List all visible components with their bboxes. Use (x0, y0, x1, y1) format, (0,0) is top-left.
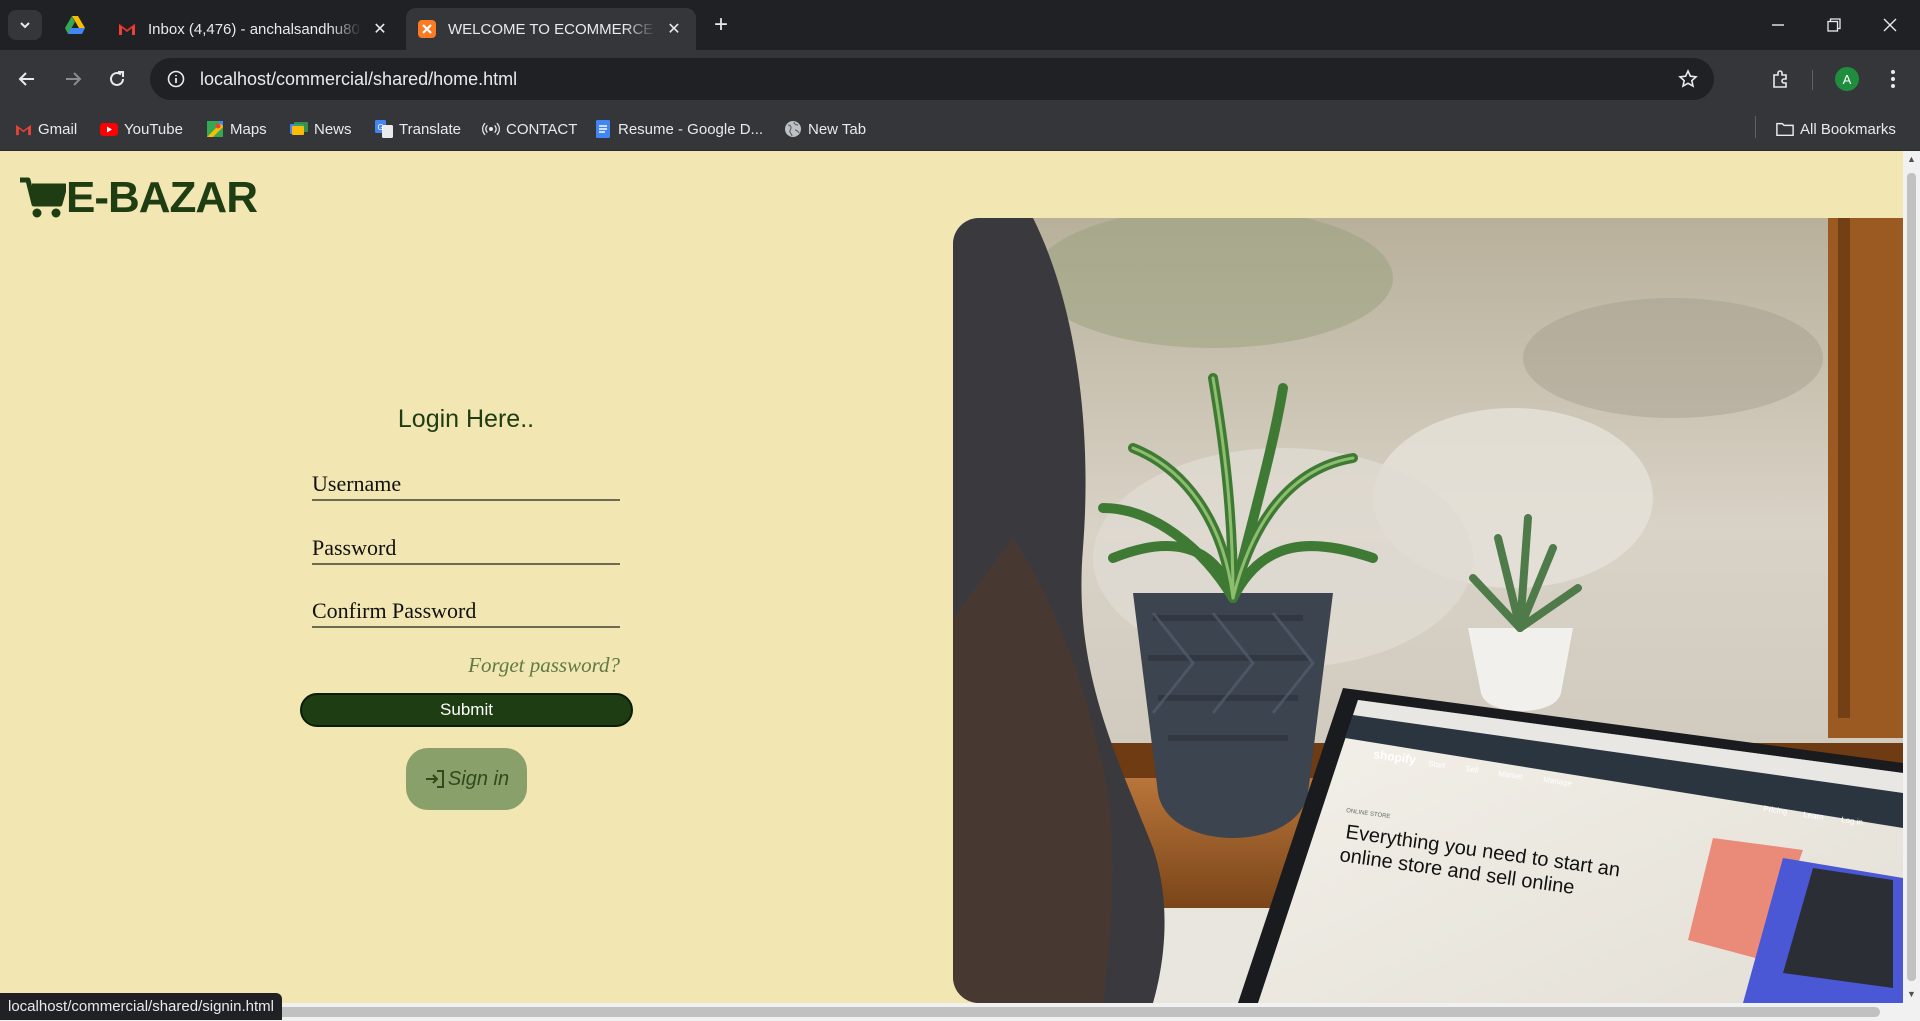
sign-in-button[interactable]: Sign in (406, 748, 527, 810)
hero-photo: shopify Start Sell Market Manage Pricing… (953, 218, 1903, 1003)
forward-button[interactable] (56, 62, 90, 96)
close-icon[interactable]: ✕ (664, 19, 684, 39)
bookmark-label: Gmail (38, 120, 78, 138)
reload-button[interactable] (100, 62, 134, 96)
bookmark-news[interactable]: News (290, 116, 352, 142)
tab-title: WELCOME TO ECOMMERCE WE (448, 20, 656, 38)
bookmark-label: Maps (230, 120, 267, 138)
avatar: A (1835, 67, 1859, 91)
gmail-icon (14, 120, 32, 138)
youtube-icon (100, 120, 118, 138)
bookmark-label: New Tab (808, 120, 867, 138)
vertical-scrollbar[interactable]: ▲ ▼ (1903, 151, 1920, 1003)
back-button[interactable] (10, 62, 44, 96)
scrollbar-thumb[interactable] (1907, 173, 1916, 981)
username-field[interactable] (312, 471, 620, 501)
puzzle-icon (1773, 70, 1787, 88)
tab-search-button[interactable] (8, 10, 42, 40)
new-tab-button[interactable]: + (708, 11, 734, 38)
bookmark-label: All Bookmarks (1800, 120, 1896, 138)
scrollbar-thumb[interactable] (20, 1007, 1880, 1017)
scroll-up-icon[interactable]: ▲ (1906, 154, 1917, 164)
folder-icon (1776, 120, 1794, 138)
tab-title: Inbox (4,476) - anchalsandhu80 (148, 20, 360, 38)
arrow-left-icon (18, 72, 34, 86)
confirm-password-field[interactable] (312, 598, 620, 628)
globe-icon (784, 120, 802, 138)
xampp-icon (418, 20, 436, 38)
scroll-down-icon[interactable]: ▼ (1906, 989, 1917, 999)
menu-button[interactable] (1876, 62, 1910, 96)
tab-strip: Inbox (4,476) - anchalsandhu80 ✕ WELCOME… (0, 0, 1920, 50)
password-field[interactable] (312, 535, 620, 565)
close-icon[interactable]: ✕ (370, 19, 390, 39)
close-icon (1883, 18, 1897, 32)
bookmark-maps[interactable]: Maps (206, 116, 267, 142)
more-vertical-icon (1891, 70, 1895, 88)
contact-icon (482, 120, 500, 138)
news-icon (290, 120, 308, 138)
bookmark-contact[interactable]: CONTACT (482, 116, 577, 142)
profile-button[interactable]: A (1830, 62, 1864, 96)
close-window-button[interactable] (1862, 0, 1918, 50)
bookmark-translate[interactable]: G Translate (375, 116, 461, 142)
restore-button[interactable] (1806, 0, 1862, 50)
site-logo[interactable]: E-BAZAR (20, 173, 258, 223)
bookmark-youtube[interactable]: YouTube (100, 116, 183, 142)
submit-button[interactable]: Submit (300, 693, 633, 727)
extensions-button[interactable] (1764, 62, 1798, 96)
address-text: localhost/commercial/shared/home.html (200, 68, 518, 89)
page-viewport: E-BAZAR Login Here.. Forget password? Su… (0, 151, 1903, 1003)
chevron-down-icon (20, 22, 30, 29)
bookmark-new-tab[interactable]: New Tab (784, 116, 866, 142)
login-title: Login Here.. (397, 405, 535, 433)
bookmark-label: Translate (399, 120, 461, 138)
minimize-button[interactable] (1750, 0, 1806, 50)
maps-icon (206, 120, 224, 138)
docs-icon (594, 120, 612, 138)
reload-icon (110, 71, 124, 86)
gmail-icon (118, 20, 136, 38)
svg-text:G: G (378, 123, 384, 132)
bookmark-star-icon[interactable] (1676, 67, 1700, 91)
hero-image: shopify Start Sell Market Manage Pricing… (953, 218, 1903, 1003)
horizontal-scrollbar[interactable] (0, 1003, 1920, 1021)
bookmark-label: News (314, 120, 352, 138)
logo-text: E-BAZAR (66, 173, 258, 222)
address-bar[interactable]: localhost/commercial/shared/home.html (150, 58, 1714, 100)
google-drive-icon (65, 16, 85, 34)
bookmark-label: YouTube (124, 120, 183, 138)
toolbar-divider (1812, 70, 1813, 90)
minimize-icon (1772, 24, 1784, 26)
bookmark-gmail[interactable]: Gmail (14, 116, 77, 142)
restore-icon (1827, 18, 1841, 32)
translate-icon: G (375, 120, 393, 138)
pinned-tab-drive[interactable] (58, 12, 92, 38)
bookmark-label: Resume - Google D... (618, 120, 764, 138)
browser-toolbar: localhost/commercial/shared/home.html A (0, 50, 1920, 108)
bookmark-label: CONTACT (506, 120, 578, 138)
forget-password-link[interactable]: Forget password? (420, 653, 620, 678)
site-info-icon[interactable] (156, 58, 196, 100)
bookmark-resume[interactable]: Resume - Google D... (594, 116, 763, 142)
shopping-cart-icon (20, 177, 66, 218)
sign-in-label: Sign in (447, 767, 510, 790)
hero-nav-2: Sell (1465, 764, 1480, 775)
status-bar-url: localhost/commercial/shared/signin.html (0, 993, 282, 1020)
tab-ecommerce[interactable]: WELCOME TO ECOMMERCE WE ✕ (406, 8, 696, 50)
tab-gmail-inbox[interactable]: Inbox (4,476) - anchalsandhu80 ✕ (106, 8, 402, 50)
sign-in-icon (424, 768, 446, 790)
arrow-right-icon (66, 72, 82, 86)
all-bookmarks[interactable]: All Bookmarks (1776, 116, 1896, 142)
bookmarks-divider (1755, 116, 1756, 138)
bookmarks-bar: Gmail YouTube Maps News G Translate CONT… (0, 108, 1920, 151)
